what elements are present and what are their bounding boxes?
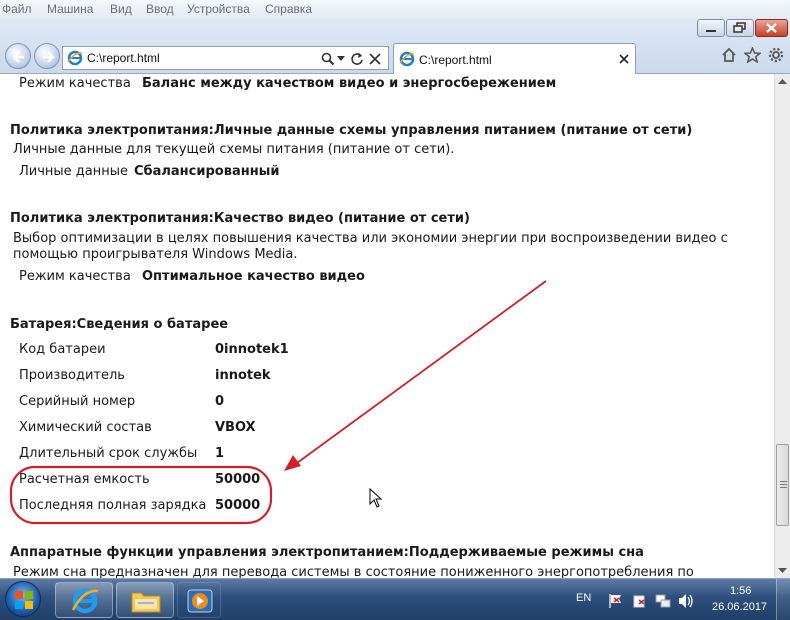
vertical-scrollbar[interactable] xyxy=(774,74,790,578)
network-icon[interactable] xyxy=(655,593,671,609)
menu-view[interactable]: Вид xyxy=(110,2,132,16)
media-player-icon xyxy=(187,589,213,613)
minimize-icon xyxy=(706,30,716,32)
menu-file[interactable]: Файл xyxy=(2,2,32,16)
taskbar-media-player-button[interactable] xyxy=(177,582,221,618)
menu-input[interactable]: Ввод xyxy=(146,2,174,16)
show-desktop-button[interactable] xyxy=(776,579,790,620)
folder-icon xyxy=(131,592,161,613)
address-bar[interactable]: C:\report.html xyxy=(62,46,389,70)
scrollbar-thumb[interactable] xyxy=(776,444,789,526)
tab-report[interactable]: C:\report.html xyxy=(393,43,636,74)
forward-arrow-icon xyxy=(43,51,55,63)
ie-page-icon xyxy=(67,50,83,66)
close-button[interactable] xyxy=(755,19,788,37)
annotation-overlay xyxy=(9,280,547,525)
stop-icon[interactable] xyxy=(369,53,381,65)
forward-button[interactable] xyxy=(34,43,60,69)
gear-icon[interactable] xyxy=(768,47,784,63)
scroll-up-arrow-icon[interactable] xyxy=(778,77,787,86)
clock-date[interactable]: 26.06.2017 xyxy=(712,601,767,613)
annotation-arrow-head xyxy=(284,455,301,471)
restore-button[interactable] xyxy=(726,19,754,37)
highlight-ellipse xyxy=(9,465,273,525)
scroll-down-arrow-icon[interactable] xyxy=(778,566,787,575)
menu-help[interactable]: Справка xyxy=(265,2,312,16)
refresh-icon[interactable] xyxy=(350,52,364,66)
taskbar: EN 1:56 26.06.2017 xyxy=(0,578,790,620)
favorites-star-icon[interactable] xyxy=(744,47,761,63)
flag-alert-icon[interactable] xyxy=(607,593,623,609)
report-content: Режим качества Баланс между качеством ви… xyxy=(0,74,774,578)
start-button[interactable] xyxy=(5,581,41,617)
back-button[interactable] xyxy=(5,43,31,69)
menu-bar: Файл Машина Вид Ввод Устройства Справка xyxy=(0,0,790,19)
close-icon xyxy=(766,23,777,33)
home-icon[interactable] xyxy=(721,47,737,63)
menu-devices[interactable]: Устройства xyxy=(187,2,250,16)
restore-icon xyxy=(733,22,746,33)
back-arrow-icon xyxy=(12,51,24,63)
menu-machine[interactable]: Машина xyxy=(47,2,93,16)
chevron-down-icon[interactable] xyxy=(337,56,345,62)
taskbar-explorer-button[interactable] xyxy=(116,582,174,618)
clock-time[interactable]: 1:56 xyxy=(730,585,751,597)
browser-toolbar: C:\report.html C:\report.html xyxy=(0,19,790,74)
minimize-button[interactable] xyxy=(697,19,725,37)
internet-explorer-icon xyxy=(71,588,99,614)
ie-tab-icon xyxy=(399,51,415,67)
windows-logo-icon xyxy=(15,591,33,609)
annotation-arrow-line xyxy=(296,280,547,464)
volume-icon[interactable] xyxy=(678,593,694,609)
grip-icon xyxy=(780,481,787,488)
mouse-cursor-icon xyxy=(369,488,383,508)
tab-close-icon[interactable] xyxy=(619,54,629,64)
address-url[interactable]: C:\report.html xyxy=(87,51,160,65)
search-icon[interactable] xyxy=(321,52,335,66)
language-indicator[interactable]: EN xyxy=(576,592,591,604)
power-battery-icon[interactable] xyxy=(632,593,648,609)
tab-title: C:\report.html xyxy=(419,53,492,67)
taskbar-ie-button[interactable] xyxy=(55,582,113,618)
